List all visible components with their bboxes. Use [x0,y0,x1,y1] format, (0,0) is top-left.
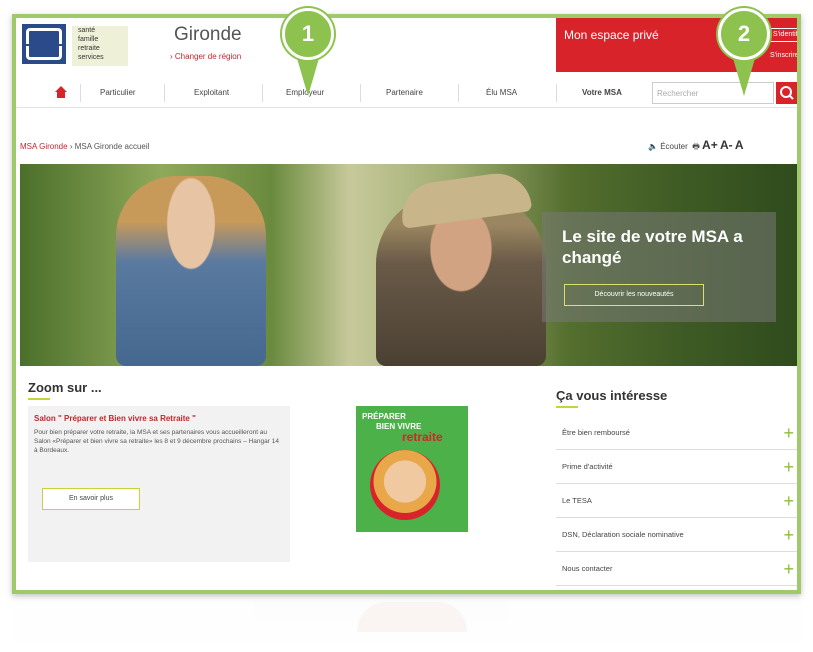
font-reset-button[interactable]: A [735,138,744,152]
accessibility-tools: 🔈 Écouter 🖶 A+ A- A [648,138,797,155]
font-decrease-button[interactable]: A- [720,138,733,152]
poster-photo [370,450,440,520]
plus-icon[interactable]: + [783,552,794,586]
hero-photo-boy [116,176,266,366]
zoom-card: Salon " Préparer et Bien vivre sa Retrai… [28,406,290,562]
breadcrumb-home[interactable]: MSA Gironde [20,142,68,151]
login-button[interactable]: S'identifier [770,28,797,42]
region-name: Gironde [174,24,242,45]
poster-line3: retraite [402,430,443,444]
hero-headline: Le site de votre MSA a changé [562,227,743,267]
font-increase-button[interactable]: A+ [702,138,718,152]
poster-logos [356,532,468,558]
discover-button[interactable]: Découvrir les nouveautés [564,284,704,306]
zoom-text: Pour bien préparer votre retraite, la MS… [34,429,279,454]
retirement-poster[interactable]: PRÉPARER BIEN VIVRE retraite [356,406,468,558]
main-nav: Particulier Exploitant Employeur Partena… [16,78,797,108]
plus-icon[interactable]: + [783,450,794,484]
interest-item[interactable]: Être bien remboursé + [556,416,797,450]
nav-exploitant[interactable]: Exploitant [194,88,229,97]
hero-banner: Le site de votre MSA a changé Découvrir … [20,164,797,366]
interest-item[interactable]: Nous contacter + [556,552,797,586]
nav-partenaire[interactable]: Partenaire [386,88,423,97]
browser-frame: santé famille retraite services Gironde › C… [12,14,801,594]
plus-icon[interactable]: + [783,416,794,450]
plus-icon[interactable]: + [783,484,794,518]
interest-item[interactable]: Prime d'activité + [556,450,797,484]
logo-tagline: santé famille retraite services [72,26,128,66]
private-space-label[interactable]: Mon espace privé [564,28,659,42]
search-icon [780,86,794,100]
register-link[interactable]: S'inscrire [770,52,797,59]
nav-particulier[interactable]: Particulier [100,88,136,97]
callout-2: 2 [718,8,770,60]
zoom-headline[interactable]: Salon " Préparer et Bien vivre sa Retrai… [34,414,196,423]
interest-title: Ça vous intéresse [556,388,668,403]
nav-votre-msa[interactable]: Votre MSA [582,88,622,97]
print-icon[interactable]: 🖶 [692,142,700,151]
interest-underline [556,406,578,408]
hero-overlay: Le site de votre MSA a changé Découvrir … [542,212,776,322]
speaker-icon[interactable]: 🔈 [648,142,658,151]
zoom-title: Zoom sur ... [28,380,102,395]
callout-1: 1 [282,8,334,60]
poster-line1: PRÉPARER [362,412,406,421]
listen-button[interactable]: Écouter [660,142,688,151]
msa-logo[interactable] [22,24,66,64]
breadcrumb-current: › MSA Gironde accueil [69,142,150,151]
home-icon[interactable] [54,85,68,99]
breadcrumb: MSA Gironde › MSA Gironde accueil [20,142,149,151]
learn-more-button[interactable]: En savoir plus [42,488,140,510]
interest-item[interactable]: Le TESA + [556,484,797,518]
page-reflection [12,598,801,652]
search-button[interactable] [776,82,797,104]
plus-icon[interactable]: + [783,518,794,552]
interest-item[interactable]: DSN, Déclaration sociale nominative + [556,518,797,552]
change-region-link[interactable]: › Changer de région [170,52,241,61]
zoom-underline [28,398,50,400]
nav-elu-msa[interactable]: Élu MSA [486,88,517,97]
